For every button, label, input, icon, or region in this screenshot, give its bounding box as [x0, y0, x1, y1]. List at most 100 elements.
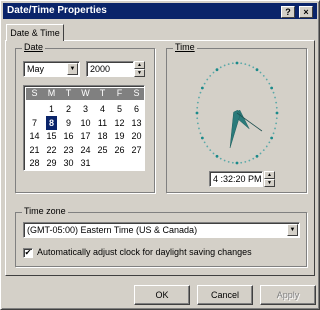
calendar-day[interactable]: 16 [60, 129, 77, 143]
calendar-day[interactable]: 9 [60, 116, 77, 130]
year-spinner[interactable]: ▲ ▼ [134, 61, 145, 77]
clock-minute-mark [275, 106, 278, 109]
chevron-down-icon[interactable]: ▼ [287, 224, 298, 236]
clock-minute-mark [212, 71, 215, 74]
timezone-dropdown[interactable]: (GMT-05:00) Eastern Time (US & Canada) ▼ [23, 222, 300, 238]
weekday-header: S [31, 88, 38, 98]
calendar-day[interactable]: 11 [94, 116, 111, 130]
year-field[interactable]: 2000 [86, 61, 134, 77]
calendar-day[interactable]: 13 [128, 116, 145, 130]
clock-hour-mark [195, 111, 199, 115]
clock-minute-mark [196, 117, 199, 120]
clock-minute-mark [219, 66, 222, 69]
calendar-day[interactable]: 30 [60, 156, 77, 170]
clock-minute-mark [223, 159, 226, 162]
time-field[interactable]: 4 :32:20 PM [209, 171, 263, 187]
calendar-day[interactable]: 15 [43, 129, 60, 143]
clock-minute-mark [231, 62, 234, 65]
tab-date-time[interactable]: Date & Time [6, 24, 64, 41]
calendar-day[interactable]: 22 [43, 143, 60, 157]
timezone-group-label: Time zone [22, 206, 68, 216]
calendar-day[interactable]: 27 [128, 143, 145, 157]
calendar-day[interactable]: 10 [77, 116, 94, 130]
clock-minute-mark [275, 101, 278, 104]
calendar-day[interactable]: 21 [26, 143, 43, 157]
clock-minute-mark [240, 62, 243, 65]
calendar-day[interactable]: 26 [111, 143, 128, 157]
calendar-day[interactable]: 20 [128, 129, 145, 143]
clock-minute-mark [272, 132, 275, 135]
time-spinner[interactable]: ▲ ▼ [264, 171, 275, 187]
month-dropdown[interactable]: May ▼ [23, 61, 80, 77]
calendar-day[interactable]: 6 [128, 102, 145, 116]
clock-minute-mark [209, 149, 212, 152]
clock-hour-mark [270, 136, 274, 140]
calendar-empty-cell [111, 156, 128, 170]
clock-minute-mark [248, 159, 251, 162]
clock-hour-mark [270, 86, 274, 90]
calendar-day[interactable]: 4 [94, 102, 111, 116]
calendar-day[interactable]: 24 [77, 143, 94, 157]
dst-checkbox-label[interactable]: Automatically adjust clock for daylight … [37, 247, 252, 257]
clock-minute-mark [196, 122, 199, 125]
clock-minute-mark [268, 141, 271, 144]
clock-minute-mark [206, 78, 209, 81]
spin-up-icon[interactable]: ▲ [134, 61, 145, 69]
clock-minute-mark [227, 161, 230, 163]
clock-hour-mark [255, 154, 259, 158]
clock-minute-mark [219, 157, 222, 160]
clock-minute-mark [259, 71, 262, 74]
calendar-empty-cell [26, 102, 43, 116]
calendar-day[interactable]: 31 [77, 156, 94, 170]
clock-minute-mark [199, 91, 202, 94]
clock-minute-mark [199, 132, 202, 135]
calendar-day[interactable]: 28 [26, 156, 43, 170]
year-value: 2000 [90, 64, 111, 74]
calendar-day[interactable]: 17 [77, 129, 94, 143]
ok-button[interactable]: OK [134, 285, 190, 305]
clock-minute-mark [223, 64, 226, 67]
clock-hour-mark [200, 86, 204, 90]
help-button[interactable]: ? [281, 6, 295, 18]
clock-minute-mark [198, 96, 200, 99]
clock-minute-mark [265, 145, 268, 148]
apply-button[interactable]: Apply [260, 285, 316, 305]
window-title: Date/Time Properties [7, 5, 107, 16]
calendar-day[interactable]: 19 [111, 129, 128, 143]
cancel-button[interactable]: Cancel [197, 285, 253, 305]
weekday-header: M [47, 88, 56, 98]
calendar-day[interactable]: 14 [26, 129, 43, 143]
clock-minute-mark [240, 161, 243, 164]
spin-down-icon[interactable]: ▼ [264, 179, 275, 187]
dst-checkbox[interactable]: ✔ [23, 248, 33, 258]
calendar-day[interactable]: 23 [60, 143, 77, 157]
calendar-grid: S M T W T F S 1 2 3 4 5 6 7 8 9 10 11 12 13 14 15 16 17 18 19 20 21… [23, 85, 145, 171]
calendar-day[interactable]: 3 [77, 102, 94, 116]
weekday-header: S [133, 88, 140, 98]
calendar-day[interactable]: 1 [43, 102, 60, 116]
calendar-day[interactable]: 5 [111, 102, 128, 116]
clock-minute-mark [252, 157, 255, 160]
timezone-value: (GMT-05:00) Eastern Time (US & Canada) [27, 225, 198, 235]
clock-minute-mark [275, 122, 278, 125]
clock-hour-mark [200, 136, 204, 140]
calendar-day[interactable]: 7 [26, 116, 43, 130]
calendar-day[interactable]: 12 [111, 116, 128, 130]
clock-hour-mark [215, 68, 219, 72]
weekday-header: W [81, 88, 90, 98]
clock-hour-mark [235, 161, 239, 165]
date-group-label: Date [22, 42, 46, 52]
clock-minute-mark [274, 127, 276, 130]
time-value: 4 :32:20 PM [213, 174, 262, 184]
close-button[interactable]: × [299, 6, 313, 18]
calendar-day[interactable]: 29 [43, 156, 60, 170]
calendar-day[interactable]: 18 [94, 129, 111, 143]
chevron-down-icon[interactable]: ▼ [67, 63, 78, 75]
spin-up-icon[interactable]: ▲ [264, 171, 275, 179]
calendar-day[interactable]: 2 [60, 102, 77, 116]
clock-minute-mark [248, 64, 251, 67]
calendar-day[interactable]: 8 [46, 115, 57, 130]
calendar-day[interactable]: 25 [94, 143, 111, 157]
clock-minute-mark [196, 101, 199, 104]
spin-down-icon[interactable]: ▼ [134, 69, 145, 77]
